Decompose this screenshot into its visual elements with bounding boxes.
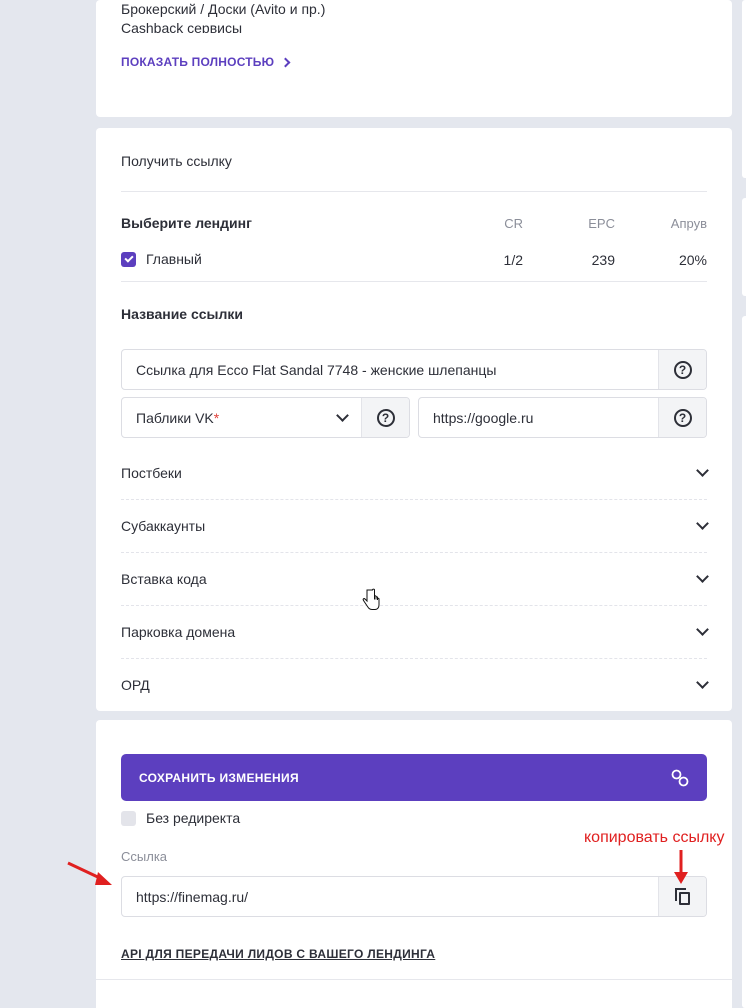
traffic-source-text: Паблики VK: [136, 409, 214, 426]
divider: [121, 281, 707, 282]
copy-icon: [674, 887, 691, 906]
hand-cursor-icon: [362, 588, 380, 610]
question-icon: ?: [376, 408, 395, 427]
link-label: Ссылка: [121, 849, 168, 864]
card-title: Получить ссылку: [121, 153, 232, 169]
required-mark: *: [213, 409, 220, 426]
accordion-label: ОРД: [121, 676, 150, 693]
traffic-source-value: Паблики VK*: [136, 410, 219, 426]
accordion-label: Постбеки: [121, 464, 182, 481]
arrow-right-icon: [67, 861, 112, 885]
accordion-postbacks[interactable]: Постбеки: [121, 446, 709, 499]
column-header-approve: Апрув: [670, 216, 707, 231]
help-button[interactable]: ?: [361, 398, 409, 437]
landing-cr: 1/2: [503, 252, 523, 268]
chevron-down-icon: [696, 570, 709, 583]
chevron-down-icon: [696, 517, 709, 530]
link-name-input[interactable]: Ссылка для Ecco Flat Sandal 7748 - женск…: [122, 362, 658, 378]
landing-label: Выберите лендинг: [121, 215, 252, 231]
landing-checkbox[interactable]: [121, 252, 136, 267]
chevron-down-icon: [696, 623, 709, 636]
offer-info-card: Брокерский / Доски (Avito и пр.) Cashbac…: [96, 0, 732, 117]
link-name-label: Название ссылки: [121, 306, 244, 322]
accordion-domain-parking[interactable]: Парковка домена: [121, 605, 709, 658]
adjacent-panel-edge: [742, 198, 746, 296]
help-button[interactable]: ?: [658, 350, 706, 389]
chevron-right-icon: [280, 57, 291, 67]
chevron-down-icon: [696, 464, 709, 477]
offer-category-clipped: Cashback сервисы: [121, 20, 242, 33]
arrow-down-icon: [674, 850, 688, 884]
landing-approve: 20%: [678, 252, 707, 268]
traffic-source-value-wrap[interactable]: Паблики VK*: [122, 409, 361, 426]
traffic-source-select[interactable]: Паблики VK* ?: [121, 397, 410, 438]
generated-link-field[interactable]: https://finemag.ru/: [121, 876, 707, 917]
no-redirect-checkbox[interactable]: [121, 811, 136, 826]
divider: [96, 979, 732, 980]
column-header-cr: CR: [504, 216, 523, 231]
question-icon: ?: [673, 360, 692, 379]
accordion-ord[interactable]: ОРД: [121, 658, 709, 711]
api-leads-link[interactable]: API ДЛЯ ПЕРЕДАЧИ ЛИДОВ С ВАШЕГО ЛЕНДИНГА: [121, 947, 435, 961]
adjacent-panel-edge: [742, 0, 746, 178]
chevron-down-icon: [696, 676, 709, 689]
link-name-field[interactable]: Ссылка для Ecco Flat Sandal 7748 - женск…: [121, 349, 707, 390]
get-link-card: Получить ссылку Выберите лендинг CR EPC …: [96, 128, 732, 711]
accordion-subaccounts[interactable]: Субаккаунты: [121, 499, 709, 552]
offer-category-line: Cashback сервисы: [121, 20, 243, 33]
landing-epc: 239: [591, 252, 615, 268]
link-icon: [671, 769, 689, 786]
save-changes-button[interactable]: СОХРАНИТЬ ИЗМЕНЕНИЯ: [121, 754, 707, 801]
offer-category-line: Брокерский / Доски (Avito и пр.): [121, 1, 326, 17]
landing-name: Главный: [146, 251, 202, 267]
generated-link-input[interactable]: https://finemag.ru/: [122, 889, 658, 905]
url-input[interactable]: https://google.ru: [419, 410, 658, 426]
show-more-link[interactable]: ПОКАЗАТЬ ПОЛНОСТЬЮ: [121, 55, 291, 69]
chevron-down-icon: [336, 409, 349, 422]
show-more-label: ПОКАЗАТЬ ПОЛНОСТЬЮ: [121, 55, 275, 69]
accordion-code-insert[interactable]: Вставка кода: [121, 552, 709, 605]
accordion-label: Вставка кода: [121, 570, 207, 587]
check-icon: [123, 253, 134, 263]
divider: [121, 191, 707, 192]
adjacent-panel-edge: [742, 316, 746, 1008]
copy-hint-annotation: копировать ссылку: [584, 829, 725, 846]
column-header-epc: EPC: [588, 216, 615, 231]
help-button[interactable]: ?: [658, 398, 706, 437]
save-link-card: СОХРАНИТЬ ИЗМЕНЕНИЯ Без редиректа Ссылка…: [96, 720, 732, 1008]
no-redirect-label: Без редиректа: [146, 810, 241, 826]
accordion-label: Субаккаунты: [121, 517, 206, 534]
save-button-label: СОХРАНИТЬ ИЗМЕНЕНИЯ: [139, 770, 299, 785]
question-icon: ?: [673, 408, 692, 427]
accordion-label: Парковка домена: [121, 623, 236, 640]
url-field[interactable]: https://google.ru ?: [418, 397, 707, 438]
